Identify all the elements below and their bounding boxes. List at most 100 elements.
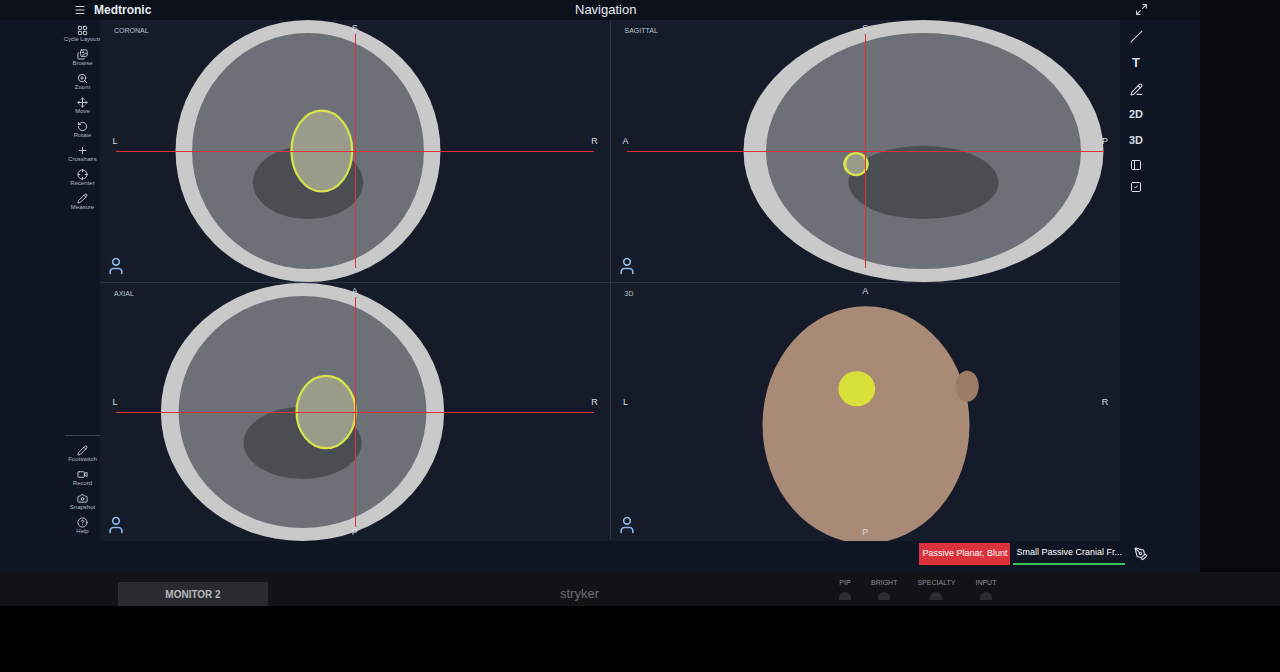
crosshair-horizontal [627,151,1105,152]
orientation-marker: P [1093,135,1117,149]
tool-icon [77,121,88,132]
orientation-marker: P [343,526,367,540]
crosshair-horizontal [116,151,594,152]
workspace: Cycle Layouts Browse Zoom Move Rotate Crossha… [0,20,1200,540]
screen-title: Navigation [575,0,636,20]
toolbar-button[interactable]: Recenter [65,166,100,190]
surface-render [751,283,981,541]
lower-black [0,606,1280,672]
bezel-button[interactable]: INPUT [975,578,996,600]
tool-icon [77,193,88,204]
top-tools: Cycle Layouts Browse Zoom Move Rotate Crossha… [65,22,100,214]
viewport[interactable]: SAGITTAL S A P [611,20,1121,282]
tool-icon [77,97,88,108]
orientation-marker: A [614,135,638,149]
toolbar-button[interactable]: Rotate [65,118,100,142]
viewport[interactable]: 3D A R L P [611,283,1121,541]
view-label[interactable]: CORONAL [114,26,149,37]
checklist-icon[interactable] [1130,181,1142,193]
viewport-grid: CORONALSLRSAGITTALSAPAXIALALRP3DARLP [100,20,1120,540]
bezel-button[interactable]: BRIGHT [871,578,897,600]
toolbar-button[interactable]: Move [65,94,100,118]
head-orientation-icon[interactable] [106,256,126,276]
orientation-marker: R [1093,396,1117,410]
orientation-marker: L [103,396,127,410]
viewport[interactable]: CORONALSLR [100,20,610,282]
crosshair-horizontal [116,412,594,413]
tool-label: Rotate [74,132,92,139]
orientation-marker: A [853,285,877,299]
navigation-screen: Medtronic Navigation Cycle Layouts Browse Zo… [0,0,1200,572]
image-area [751,283,981,541]
header-bar: Medtronic Navigation [0,0,1200,20]
tool-label: Footswitch [68,456,97,463]
tool-label: Help [76,528,88,535]
toolbar-button[interactable]: Browse [65,46,100,70]
head-orientation-icon[interactable] [617,515,637,535]
head-orientation-icon[interactable] [617,256,637,276]
brand-logo: Medtronic [94,1,151,19]
monitor-label: MONITOR 2 [118,582,268,606]
bezel-brand: stryker [560,584,599,604]
annotate-icon[interactable] [1130,83,1143,96]
tool-label: Snapshot [70,504,95,511]
bezel-button-knob [980,592,992,600]
tool-label: Crosshairs [68,156,97,163]
tool-icon [77,49,88,60]
tool-label: Zoom [75,84,90,91]
layout-icon[interactable] [1130,159,1142,171]
monitor-bezel: MONITOR 2 stryker PIP BRIGHT SPECIALTY INPUT [0,572,1280,606]
text-tool[interactable]: T [1132,53,1140,73]
line-tool-icon[interactable] [1130,30,1143,43]
toolbar-button[interactable]: Record [65,466,100,490]
toolbar-button[interactable]: Snapshot [65,490,100,514]
viewport[interactable]: AXIAL A L R P [100,283,610,541]
orientation-marker: S [853,22,877,36]
orientation-marker: A [343,285,367,299]
orientation-marker: R [583,396,607,410]
bezel-button-knob [930,592,942,600]
bezel-button[interactable]: PIP [839,578,851,600]
tool-label: Recenter [70,180,94,187]
tracked-tool[interactable]: Passive Planar, Blunt [919,543,1010,565]
toolbar-button[interactable]: Cycle Layouts [65,22,100,46]
tracked-tool[interactable]: Small Passive Cranial Fr... [1013,543,1125,565]
toolbar-button[interactable]: Crosshairs [65,142,100,166]
view-2d-button[interactable]: 2D [1129,106,1143,123]
bezel-button-label: BRIGHT [871,578,897,589]
orientation-marker: L [103,135,127,149]
head-orientation-icon[interactable] [106,515,126,535]
tool-icon [77,145,88,156]
bezel-buttons: PIP BRIGHT SPECIALTY INPUT [839,578,996,600]
bezel-button-label: INPUT [975,578,996,589]
tool-icon [77,445,88,456]
menu-icon[interactable] [74,4,86,16]
left-toolbar: Cycle Layouts Browse Zoom Move Rotate Crossha… [65,20,100,540]
bezel-button[interactable]: SPECIALTY [917,578,955,600]
toolbar-button[interactable]: Help [65,514,100,538]
tool-label: Cycle Layouts [64,36,102,43]
toolbar-button[interactable]: Footswitch [65,442,100,466]
tool-label: Record [73,480,92,487]
right-toolbar: T 2D 3D [1120,20,1152,540]
tool-icon [77,169,88,180]
left-gutter [0,20,65,540]
view-label[interactable]: AXIAL [114,289,134,300]
tool-icon [77,73,88,84]
view-label[interactable]: 3D [625,289,634,300]
tool-icon [77,25,88,36]
toolbar-button[interactable]: Measure [65,190,100,214]
toolbar-button[interactable]: Zoom [65,70,100,94]
bezel-button-label: SPECIALTY [917,578,955,589]
orientation-marker: L [614,396,638,410]
app: Medtronic Navigation Cycle Layouts Browse Zo… [0,0,1280,672]
view-3d-button[interactable]: 3D [1129,132,1143,149]
fullscreen-icon[interactable] [1135,3,1148,16]
tool-icon [77,517,88,528]
bezel-button-label: PIP [839,578,850,589]
orientation-marker: S [343,22,367,36]
view-label[interactable]: SAGITTAL [625,26,658,37]
status-bar: Passive Planar, BluntSmall Passive Crani… [0,540,1200,568]
tool-label: Browse [72,60,92,67]
orientation-marker: P [853,526,877,540]
